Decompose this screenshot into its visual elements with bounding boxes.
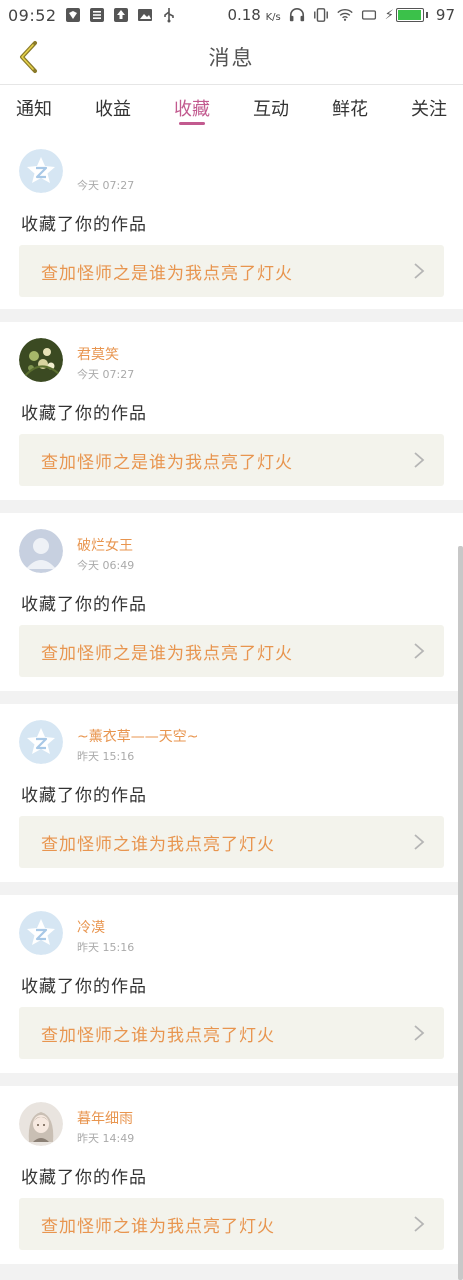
item-time: 今天 07:27 (77, 179, 135, 192)
network-speed: 0.18 K/s (227, 6, 281, 24)
tab-interactions[interactable]: 互动 (253, 85, 289, 133)
image-icon (137, 7, 153, 23)
work-title: 查加怪师之谁为我点亮了灯火 (41, 1025, 275, 1046)
item-time: 今天 06:49 (77, 559, 135, 572)
anime-girl-avatar-icon (19, 1102, 63, 1146)
item-action-text: 收藏了你的作品 (21, 977, 147, 997)
scrollbar[interactable] (458, 546, 463, 1280)
list-item: ~薰衣草——天空~ 昨天 15:16 收藏了你的作品 查加怪师之谁为我点亮了灯火 (0, 704, 463, 882)
tab-earnings[interactable]: 收益 (95, 85, 131, 133)
flower-photo-avatar-icon (19, 338, 63, 382)
item-action-text: 收藏了你的作品 (21, 1168, 147, 1188)
work-link[interactable]: 查加怪师之是谁为我点亮了灯火 (19, 625, 444, 677)
chevron-right-icon (414, 1216, 425, 1232)
battery-percent: 97 (435, 6, 455, 24)
status-time: 09:52 (8, 5, 57, 25)
avatar[interactable] (19, 149, 63, 193)
work-link[interactable]: 查加怪师之是谁为我点亮了灯火 (19, 434, 444, 486)
work-title: 查加怪师之谁为我点亮了灯火 (41, 834, 275, 855)
tab-follows[interactable]: 关注 (411, 85, 447, 133)
item-action-text: 收藏了你的作品 (21, 215, 147, 235)
active-tab-indicator (179, 122, 205, 125)
work-title: 查加怪师之谁为我点亮了灯火 (41, 1216, 275, 1237)
chevron-right-icon (414, 452, 425, 468)
chevron-right-icon (414, 1025, 425, 1041)
avatar[interactable] (19, 338, 63, 382)
user-nickname[interactable]: 暮年细雨 (77, 1108, 133, 1128)
wifi-icon (337, 7, 353, 23)
work-link[interactable]: 查加怪师之谁为我点亮了灯火 (19, 1007, 444, 1059)
chevron-right-icon (414, 834, 425, 850)
charging-icon: ⚡ (384, 7, 394, 23)
chevron-left-icon (20, 41, 37, 73)
item-time: 昨天 15:16 (77, 941, 135, 954)
favorites-list: 今天 07:27 收藏了你的作品 查加怪师之是谁为我点亮了灯火 君莫笑 今天 0… (0, 133, 463, 1277)
tab-favorites[interactable]: 收藏 (174, 85, 210, 133)
status-bar: 09:52 0.18 K/s ⚡ 97 (0, 0, 463, 30)
item-time: 今天 07:27 (77, 368, 135, 381)
vibrate-icon (313, 7, 329, 23)
chevron-right-icon (414, 643, 425, 659)
item-action-text: 收藏了你的作品 (21, 786, 147, 806)
item-action-text: 收藏了你的作品 (21, 404, 147, 424)
user-nickname[interactable]: 破烂女王 (77, 535, 133, 555)
list-item: 君莫笑 今天 07:27 收藏了你的作品 查加怪师之是谁为我点亮了灯火 (0, 322, 463, 500)
list-item: 破烂女王 今天 06:49 收藏了你的作品 查加怪师之是谁为我点亮了灯火 (0, 513, 463, 691)
list-item: 暮年细雨 昨天 14:49 收藏了你的作品 查加怪师之谁为我点亮了灯火 (0, 1086, 463, 1264)
avatar[interactable] (19, 529, 63, 573)
work-title: 查加怪师之是谁为我点亮了灯火 (41, 452, 293, 473)
cast-icon (361, 7, 377, 23)
work-title: 查加怪师之是谁为我点亮了灯火 (41, 263, 293, 284)
battery-indicator: ⚡ (385, 8, 428, 23)
list-icon (89, 7, 105, 23)
work-link[interactable]: 查加怪师之是谁为我点亮了灯火 (19, 245, 444, 297)
default-star-avatar-icon (19, 149, 63, 193)
user-nickname[interactable]: 君莫笑 (77, 344, 119, 364)
item-time: 昨天 14:49 (77, 1132, 135, 1145)
avatar[interactable] (19, 720, 63, 764)
default-person-avatar-icon (19, 529, 63, 573)
chevron-right-icon (414, 263, 425, 279)
battery-icon (395, 8, 424, 22)
user-nickname[interactable]: 冷漠 (77, 917, 105, 937)
page-title: 消息 (208, 46, 255, 70)
upload-icon (113, 7, 129, 23)
avatar[interactable] (19, 911, 63, 955)
tab-notifications[interactable]: 通知 (16, 85, 52, 133)
default-star-avatar-icon (19, 720, 63, 764)
back-button[interactable] (10, 38, 46, 76)
work-title: 查加怪师之是谁为我点亮了灯火 (41, 643, 293, 664)
item-time: 昨天 15:16 (77, 750, 135, 763)
default-star-avatar-icon (19, 911, 63, 955)
user-nickname[interactable]: ~薰衣草——天空~ (77, 726, 198, 746)
work-link[interactable]: 查加怪师之谁为我点亮了灯火 (19, 816, 444, 868)
shield-icon (65, 7, 81, 23)
list-item: 今天 07:27 收藏了你的作品 查加怪师之是谁为我点亮了灯火 (0, 133, 463, 309)
headphones-icon (289, 7, 305, 23)
list-item: 冷漠 昨天 15:16 收藏了你的作品 查加怪师之谁为我点亮了灯火 (0, 895, 463, 1073)
message-tabs: 通知 收益 收藏 互动 鲜花 关注 (0, 85, 463, 133)
app-header: 消息 (0, 30, 463, 85)
item-action-text: 收藏了你的作品 (21, 595, 147, 615)
avatar[interactable] (19, 1102, 63, 1146)
tab-flowers[interactable]: 鲜花 (332, 85, 368, 133)
work-link[interactable]: 查加怪师之谁为我点亮了灯火 (19, 1198, 444, 1250)
usb-icon (161, 7, 177, 23)
